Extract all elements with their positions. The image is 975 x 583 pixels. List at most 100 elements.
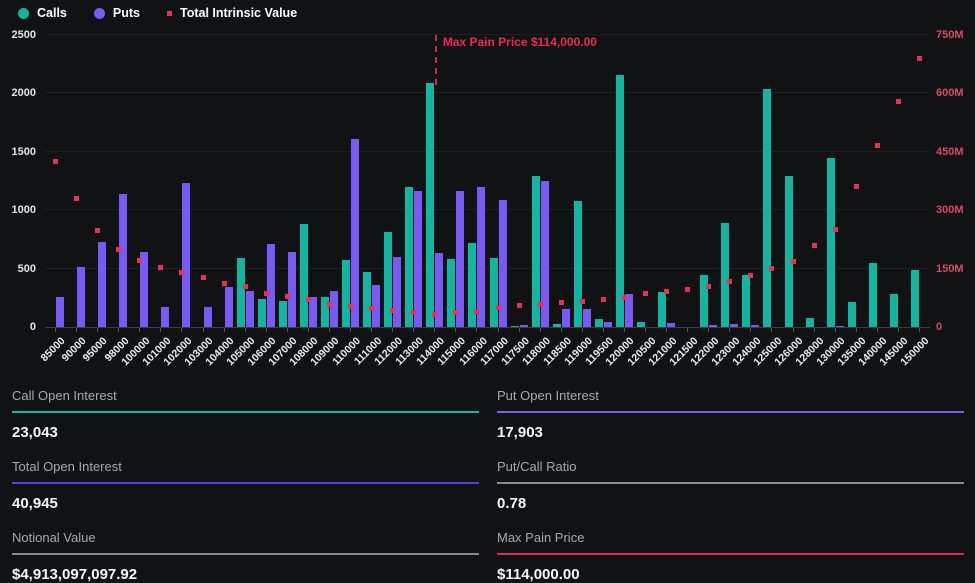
intrinsic-value-dot	[369, 306, 374, 311]
x-axis-tick	[561, 328, 562, 332]
put-bar	[393, 257, 401, 327]
stat-accent-line	[497, 411, 964, 413]
intrinsic-value-dot	[517, 303, 522, 308]
call-bar	[553, 324, 561, 327]
intrinsic-value-dot	[917, 56, 922, 61]
x-axis-tick	[245, 328, 246, 332]
stat-call-open-interest: Call Open Interest23,043	[12, 388, 479, 441]
call-bar	[363, 272, 371, 327]
options-open-interest-chart: Max Pain Price $114,000.00 8500090000950…	[0, 24, 975, 378]
intrinsic-value-dot	[812, 243, 817, 248]
call-bar	[848, 302, 856, 327]
intrinsic-value-dot	[496, 305, 501, 310]
x-axis-tick	[55, 328, 56, 332]
call-bar	[405, 187, 413, 327]
gridline	[45, 151, 930, 152]
put-bar	[140, 252, 148, 327]
put-bar	[751, 325, 759, 327]
x-axis-tick	[160, 328, 161, 332]
call-bar	[721, 223, 729, 327]
y-axis-left-tick-label: 1500	[0, 146, 36, 159]
legend-item-total-intrinsic-value[interactable]: Total Intrinsic Value	[167, 6, 297, 20]
intrinsic-value-dot	[875, 143, 880, 148]
y-axis-left-tick-label: 2500	[0, 29, 36, 42]
call-bar	[490, 258, 498, 327]
stat-max-pain-price: Max Pain Price$114,000.00	[497, 530, 964, 583]
x-axis-tick	[181, 328, 182, 332]
intrinsic-value-dot	[727, 279, 732, 284]
x-axis-tick	[540, 328, 541, 332]
x-axis-tick	[814, 328, 815, 332]
intrinsic-value-dot	[622, 295, 627, 300]
call-bar	[785, 176, 793, 327]
put-bar	[477, 187, 485, 327]
x-axis-tick	[856, 328, 857, 332]
intrinsic-value-dot	[137, 258, 142, 263]
intrinsic-value-dot	[559, 300, 564, 305]
x-axis-tick	[771, 328, 772, 332]
stat-label: Notional Value	[12, 530, 479, 545]
stat-accent-line	[12, 553, 479, 555]
legend-item-calls[interactable]: Calls	[18, 6, 67, 20]
puts-legend-marker-icon	[94, 8, 105, 19]
call-bar	[342, 260, 350, 327]
x-axis-tick	[287, 328, 288, 332]
calls-legend-marker-icon	[18, 8, 29, 19]
legend-item-puts[interactable]: Puts	[94, 6, 140, 20]
put-bar	[161, 307, 169, 327]
x-axis-tick	[476, 328, 477, 332]
intrinsic-value-dot	[222, 281, 227, 286]
intrinsic-value-dot	[411, 310, 416, 315]
intrinsic-value-dot	[285, 294, 290, 299]
stat-total-open-interest: Total Open Interest 40,945	[12, 459, 479, 512]
call-bar	[700, 275, 708, 327]
stat-value: 0.78	[497, 495, 964, 512]
x-axis-tick	[793, 328, 794, 332]
call-bar	[658, 292, 666, 327]
y-axis-left-tick-label: 0	[0, 321, 36, 334]
intrinsic-value-dot	[95, 228, 100, 233]
x-axis-tick	[392, 328, 393, 332]
call-bar	[237, 258, 245, 327]
intrinsic-value-dot	[179, 270, 184, 275]
x-axis-tick	[750, 328, 751, 332]
put-bar	[583, 309, 591, 327]
max-pain-annotation: Max Pain Price $114,000.00	[443, 35, 597, 49]
stat-value: 40,945	[12, 495, 479, 512]
stat-accent-line	[12, 482, 479, 484]
intrinsic-value-dot	[896, 99, 901, 104]
call-bar	[890, 294, 898, 327]
put-bar	[56, 297, 64, 327]
x-axis-tick	[413, 328, 414, 332]
x-axis-tick	[898, 328, 899, 332]
x-axis-tick	[877, 328, 878, 332]
intrinsic-value-dot	[264, 291, 269, 296]
summary-stats-panel: Call Open Interest23,043 Put Open Interes…	[0, 378, 975, 583]
intrinsic-value-dot	[306, 297, 311, 302]
x-axis-tick	[97, 328, 98, 332]
put-bar	[204, 307, 212, 327]
put-bar	[730, 324, 738, 328]
call-bar	[827, 158, 835, 327]
x-axis-tick	[266, 328, 267, 332]
intrinsic-value-dot	[432, 312, 437, 317]
intrinsic-value-dot	[390, 308, 395, 313]
y-axis-left-tick-label: 500	[0, 263, 36, 276]
put-bar	[456, 191, 464, 327]
gridline	[45, 209, 930, 210]
x-axis-tick	[329, 328, 330, 332]
stat-label: Total Open Interest	[12, 459, 479, 474]
intrinsic-value-dot	[685, 287, 690, 292]
gridline	[45, 92, 930, 93]
call-bar	[447, 259, 455, 327]
intrinsic-value-dot	[348, 304, 353, 309]
call-bar	[300, 224, 308, 327]
stat-put-open-interest: Put Open Interest17,903	[497, 388, 964, 441]
x-axis-labels: 8500090000950009800010000010100010200010…	[45, 328, 930, 378]
put-bar	[351, 139, 359, 327]
y-axis-left-tick-label: 1000	[0, 204, 36, 217]
max-pain-line	[435, 35, 437, 85]
stat-put-call-ratio: Put/Call Ratio0.78	[497, 459, 964, 512]
intrinsic-value-dot	[748, 273, 753, 278]
call-bar	[869, 263, 877, 327]
